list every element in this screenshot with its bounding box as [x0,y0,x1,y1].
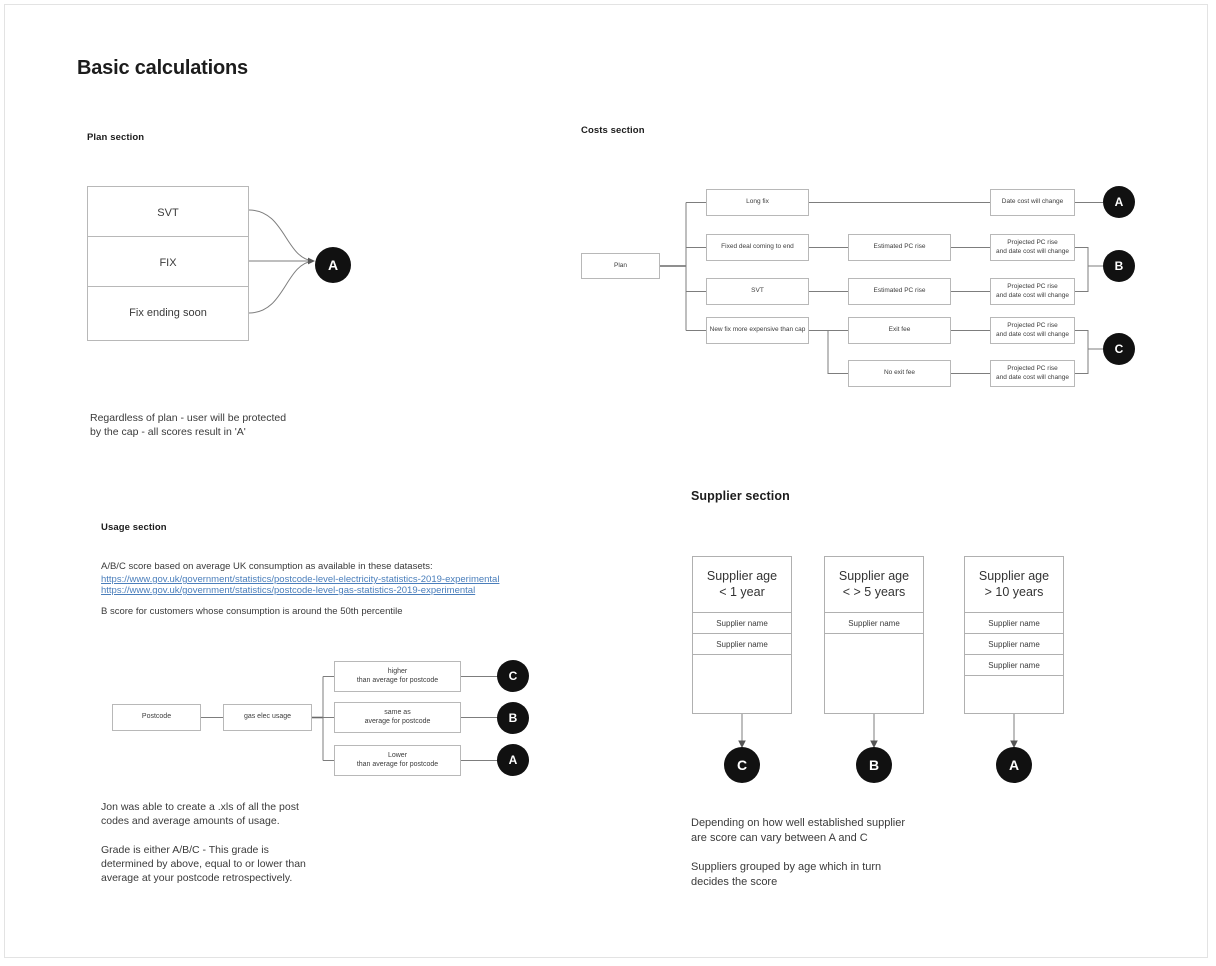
supplier-card-empty-area [825,634,923,713]
supplier-card-under-1-year[interactable]: Supplier age < 1 year Supplier name Supp… [692,556,792,714]
supplier-card-empty-area [965,676,1063,713]
supplier-card-empty-area [693,655,791,713]
supplier-row[interactable]: Supplier name [965,655,1063,676]
supplier-card-heading: Supplier age > 10 years [965,557,1063,613]
plan-box-fix-ending-soon[interactable]: Fix ending soon [87,286,249,341]
costs-box-new-fix-more-expensive[interactable]: New fix more expensive than cap [706,317,809,344]
costs-box-plan[interactable]: Plan [581,253,660,279]
connector-svt-to-a [248,209,314,262]
supplier-score-badge-b: B [856,747,892,783]
costs-box-long-fix[interactable]: Long fix [706,189,809,216]
plan-box-fix[interactable]: FIX [87,236,249,291]
diagram-canvas: Basic calculations Plan section SVT FIX … [4,4,1208,958]
plan-score-badge-a: A [315,247,351,283]
usage-section-title: Usage section [101,522,167,533]
supplier-card-heading: Supplier age < > 5 years [825,557,923,613]
usage-subnote: B score for customers whose consumption … [101,606,403,617]
usage-box-gas-elec-usage[interactable]: gas elec usage [223,704,312,731]
supplier-row[interactable]: Supplier name [825,613,923,634]
plan-box-svt[interactable]: SVT [87,186,249,241]
costs-box-fixed-deal-coming-to-end[interactable]: Fixed deal coming to end [706,234,809,261]
usage-score-badge-a: A [497,744,529,776]
supplier-score-badge-c: C [724,747,760,783]
costs-box-projected-pc-rise-2[interactable]: Projected PC rise and date cost will cha… [990,278,1075,305]
connector-newfix-to-noexit [827,330,848,374]
supplier-note-grouped: Suppliers grouped by age which in turn d… [691,861,882,888]
costs-score-badge-c: C [1103,333,1135,365]
supplier-card-over-10-years[interactable]: Supplier age > 10 years Supplier name Su… [964,556,1064,714]
page-title: Basic calculations [77,57,248,79]
connector-fixending-to-a [248,260,314,314]
costs-box-estimated-pc-rise-1[interactable]: Estimated PC rise [848,234,951,261]
arrowhead-plan [308,257,315,265]
connector-c-merge-bracket [1075,330,1089,374]
usage-score-badge-c: C [497,660,529,692]
costs-score-badge-a: A [1103,186,1135,218]
usage-note-grade: Grade is either A/B/C - This grade is de… [101,844,306,884]
usage-link-gas[interactable]: https://www.gov.uk/government/statistics… [101,585,475,597]
supplier-card-heading: Supplier age < 1 year [693,557,791,613]
usage-box-lower-than-average[interactable]: Lower than average for postcode [334,745,461,776]
connector-b-merge-bracket [1075,247,1089,292]
costs-section-title: Costs section [581,125,645,136]
usage-score-badge-b: B [497,702,529,734]
usage-note-xls: Jon was able to create a .xls of all the… [101,801,299,827]
supplier-score-badge-a: A [996,747,1032,783]
supplier-card-under-5-years[interactable]: Supplier age < > 5 years Supplier name [824,556,924,714]
costs-box-estimated-pc-rise-2[interactable]: Estimated PC rise [848,278,951,305]
supplier-row[interactable]: Supplier name [965,634,1063,655]
costs-box-date-cost-will-change[interactable]: Date cost will change [990,189,1075,216]
supplier-note-established: Depending on how well established suppli… [691,817,906,844]
supplier-row[interactable]: Supplier name [693,613,791,634]
supplier-section-title: Supplier section [691,489,790,503]
costs-score-badge-b: B [1103,250,1135,282]
supplier-row[interactable]: Supplier name [693,634,791,655]
usage-box-higher-than-average[interactable]: higher than average for postcode [334,661,461,692]
plan-section-title: Plan section [87,132,145,143]
usage-link-electricity[interactable]: https://www.gov.uk/government/statistics… [101,574,499,586]
costs-box-svt[interactable]: SVT [706,278,809,305]
plan-section-note: Regardless of plan - user will be protec… [90,412,287,438]
costs-box-projected-pc-rise-4[interactable]: Projected PC rise and date cost will cha… [990,360,1075,387]
costs-box-no-exit-fee[interactable]: No exit fee [848,360,951,387]
costs-box-projected-pc-rise-3[interactable]: Projected PC rise and date cost will cha… [990,317,1075,344]
usage-intro-text: A/B/C score based on average UK consumpt… [101,561,433,572]
costs-box-exit-fee[interactable]: Exit fee [848,317,951,344]
usage-box-same-as-average[interactable]: same as average for postcode [334,702,461,733]
supplier-row[interactable]: Supplier name [965,613,1063,634]
usage-box-postcode[interactable]: Postcode [112,704,201,731]
costs-box-projected-pc-rise-1[interactable]: Projected PC rise and date cost will cha… [990,234,1075,261]
